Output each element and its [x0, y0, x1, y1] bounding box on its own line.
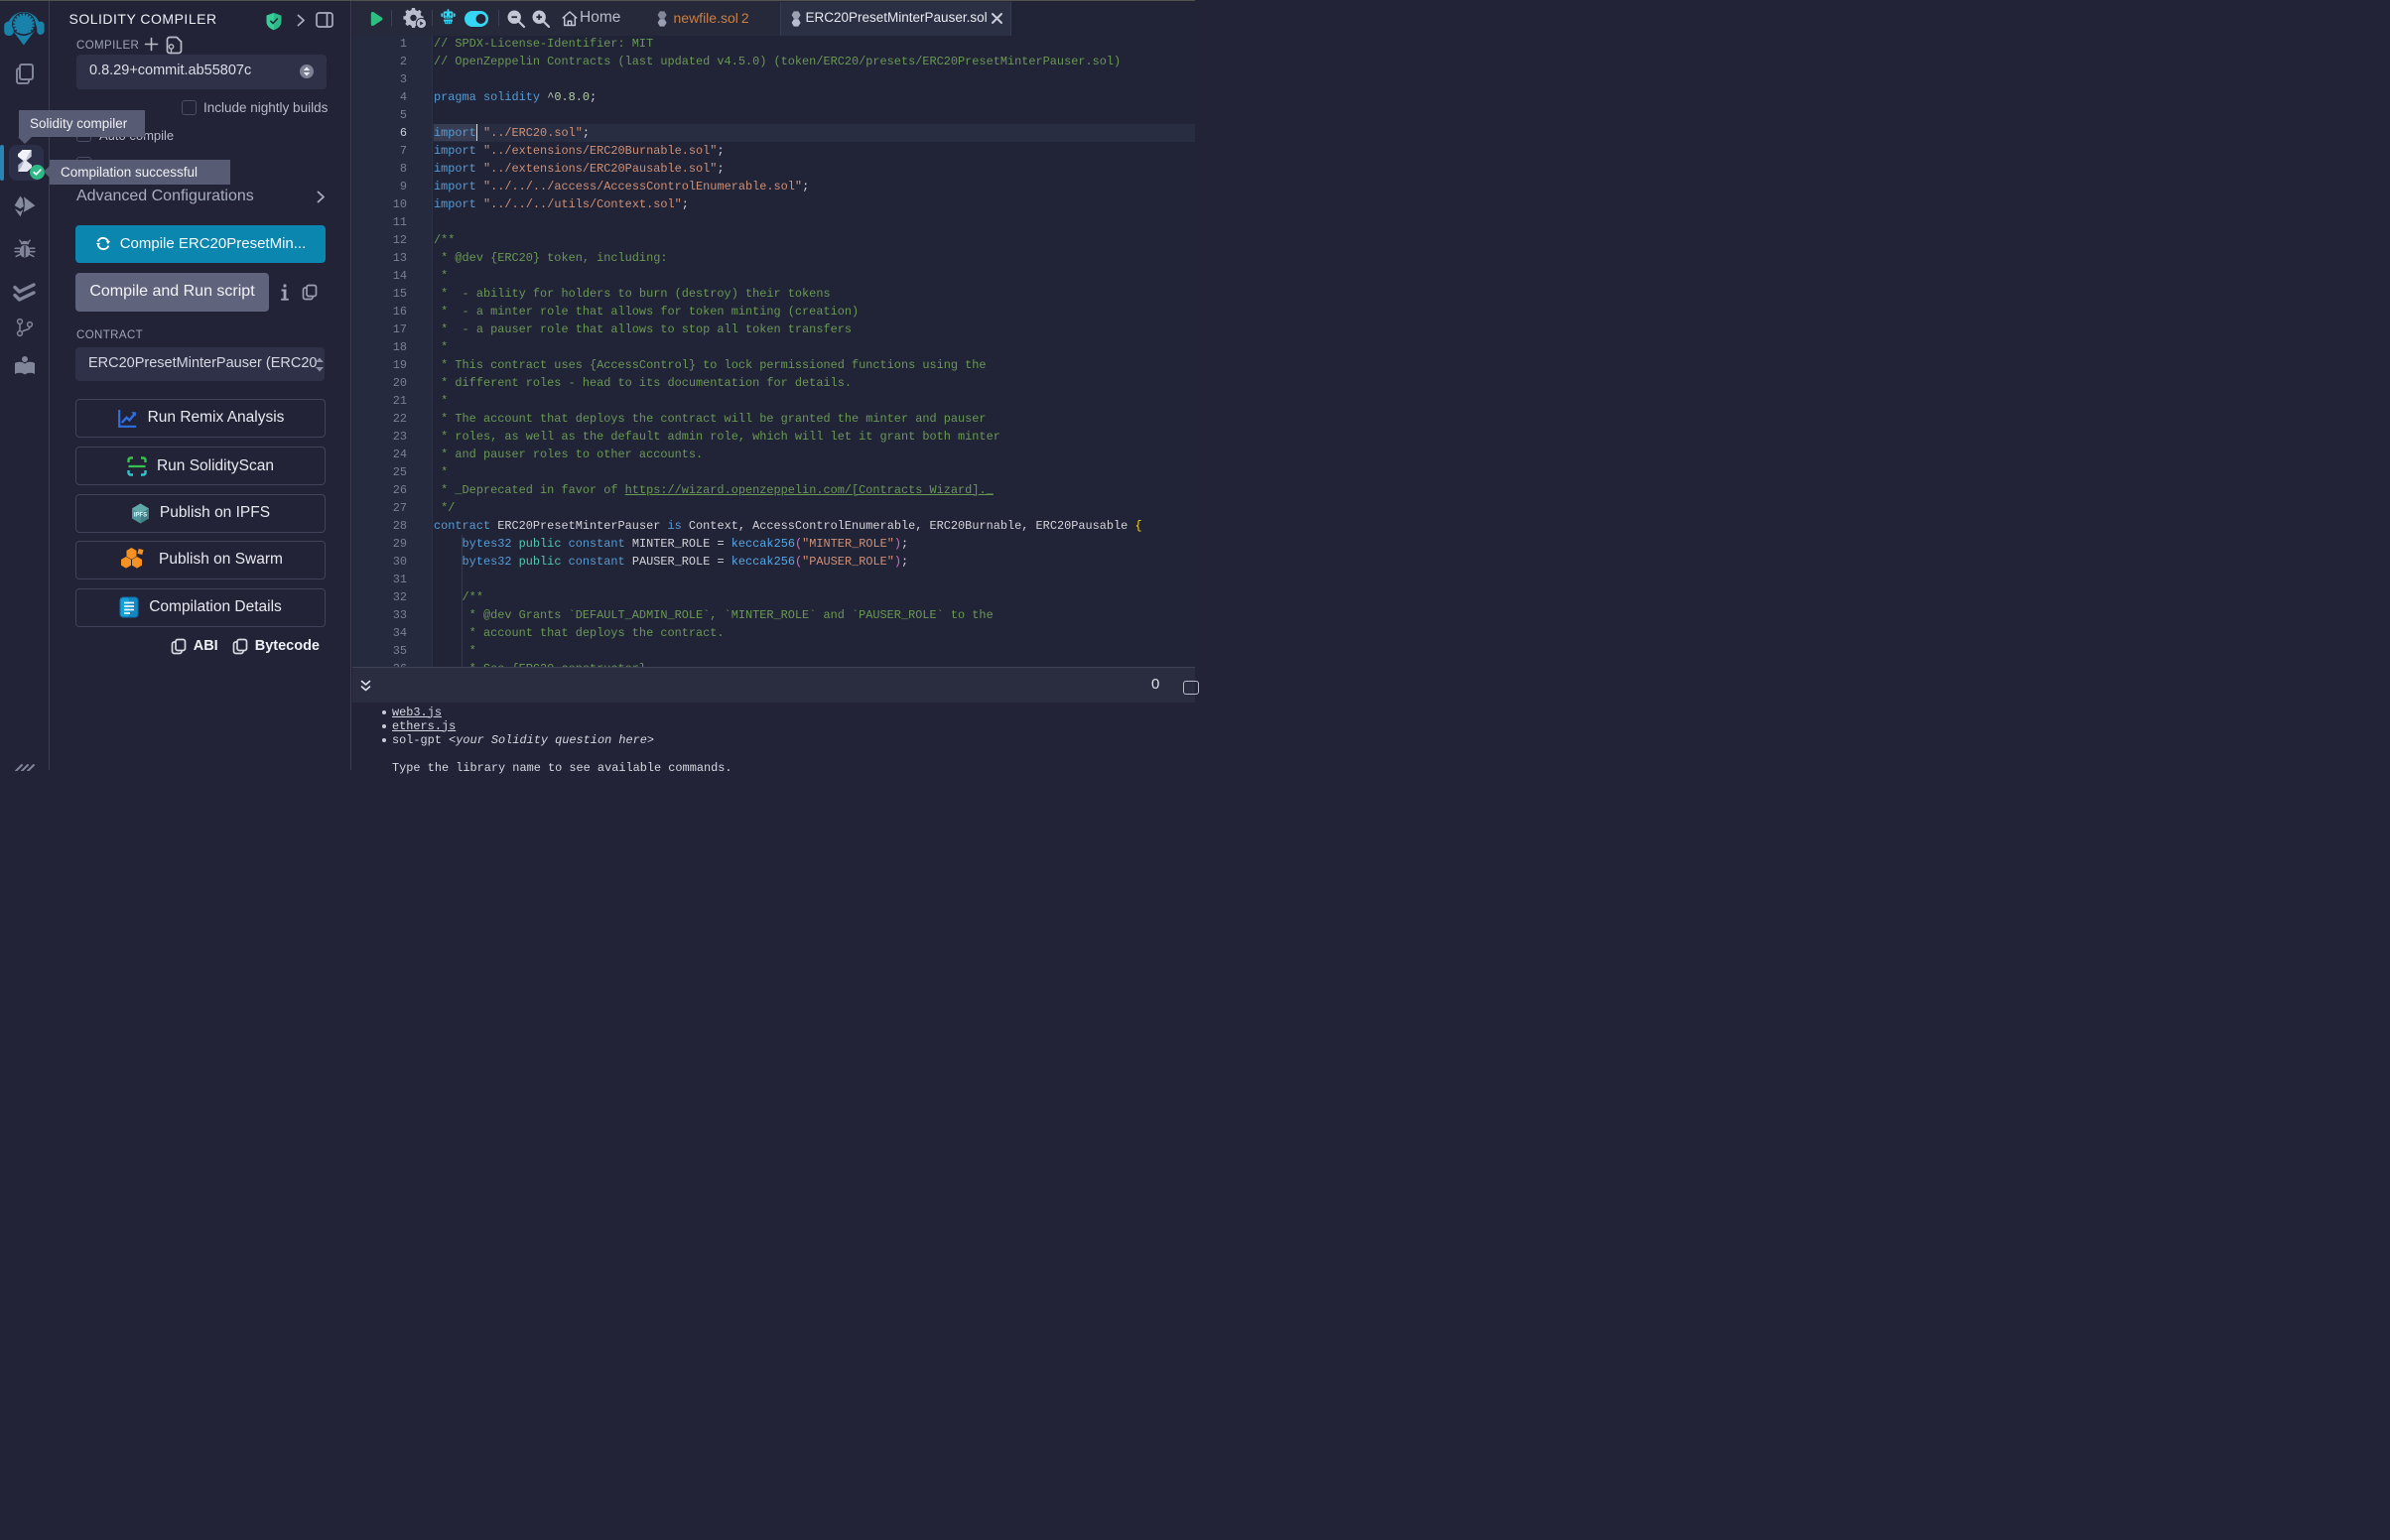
svg-text:IPFS: IPFS — [134, 512, 147, 518]
